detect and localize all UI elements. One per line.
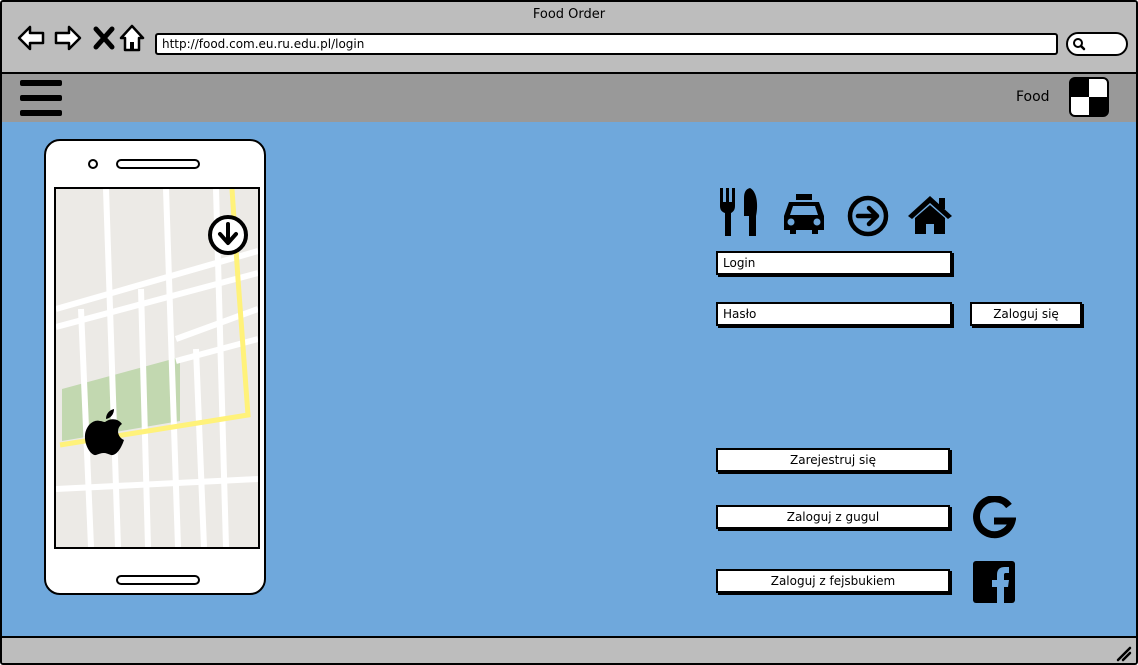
home-outline-icon[interactable] — [118, 23, 148, 53]
browser-window: Food Order http://food.com.eu.ru.edu.pl/… — [0, 0, 1138, 665]
facebook-login-button[interactable]: Zaloguj z fejsbukiem — [716, 569, 950, 593]
login-submit-button[interactable]: Zaloguj się — [970, 302, 1082, 326]
close-x-icon[interactable] — [90, 23, 120, 53]
register-button[interactable]: Zarejestruj się — [716, 448, 950, 472]
home-icon[interactable] — [906, 188, 954, 238]
hamburger-menu-icon[interactable] — [20, 80, 62, 116]
phone-home-button — [116, 575, 200, 585]
facebook-icon[interactable] — [973, 561, 1015, 603]
browser-titlebar: Food Order http://food.com.eu.ru.edu.pl/… — [2, 2, 1136, 72]
search-icon — [1073, 38, 1086, 51]
arrow-circle-right-icon[interactable] — [846, 188, 892, 238]
download-arrow-icon[interactable] — [208, 215, 248, 255]
phone-speaker — [116, 159, 200, 169]
phone-map-screen — [54, 187, 260, 549]
browser-search-field[interactable] — [1066, 32, 1128, 56]
fork-knife-icon[interactable] — [718, 188, 762, 238]
taxi-icon[interactable] — [779, 188, 829, 238]
phone-camera — [88, 159, 98, 169]
checkered-avatar-icon[interactable] — [1069, 77, 1109, 117]
google-login-button[interactable]: Zaloguj z gugul — [716, 505, 950, 529]
password-input[interactable]: Hasło — [716, 302, 952, 326]
apple-logo-icon — [84, 409, 124, 456]
app-header-bar: Food — [2, 72, 1136, 124]
forward-arrow-icon[interactable] — [53, 23, 83, 53]
app-name: Food — [1016, 89, 1050, 105]
back-arrow-icon[interactable] — [16, 23, 46, 53]
resize-grip-icon[interactable] — [1114, 644, 1132, 662]
window-title: Food Order — [532, 7, 606, 22]
login-input[interactable]: Login — [716, 251, 952, 275]
address-bar[interactable]: http://food.com.eu.ru.edu.pl/login — [155, 33, 1058, 55]
google-icon[interactable] — [972, 496, 1016, 540]
phone-mockup — [44, 139, 266, 595]
main-content: Login Hasło Zaloguj się Zarejestruj się … — [2, 122, 1136, 636]
browser-statusbar — [2, 636, 1136, 663]
